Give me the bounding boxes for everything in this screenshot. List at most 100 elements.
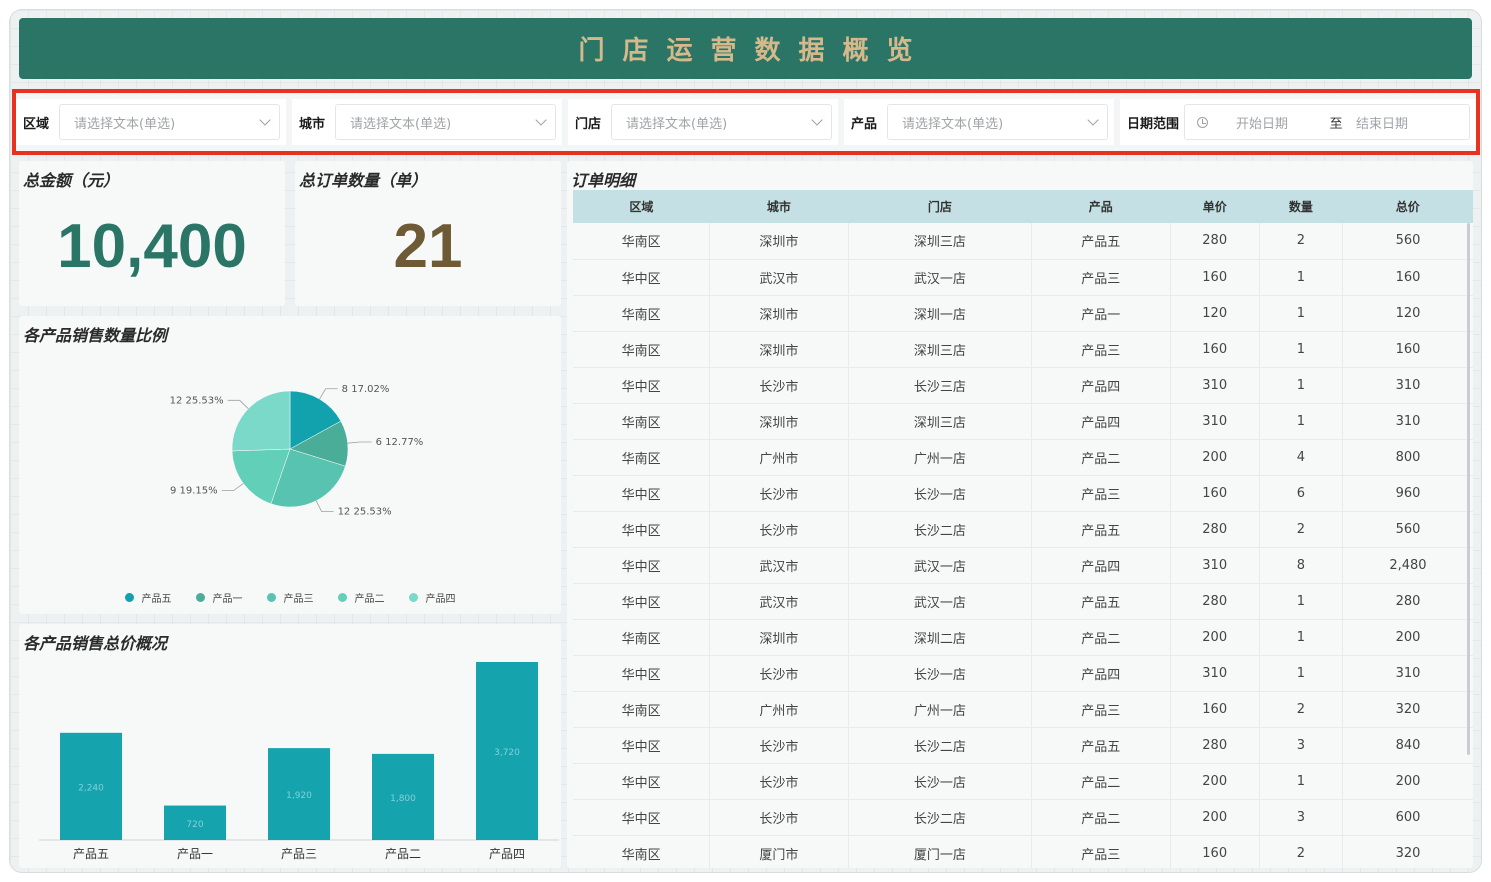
table-cell: 华中区 xyxy=(573,655,711,692)
date-range-picker[interactable]: 开始日期 至 结束日期 xyxy=(1184,104,1470,140)
table-cell: 200 xyxy=(1170,763,1260,800)
table-cell: 深圳市 xyxy=(709,331,849,368)
table-row[interactable]: 华南区 厦门市 厦门一店 产品三 160 2 320 xyxy=(573,835,1473,868)
table-row[interactable]: 华中区 长沙市 长沙一店 产品二 200 1 200 xyxy=(573,763,1473,800)
legend-item[interactable]: 产品三 xyxy=(266,590,314,605)
column-header[interactable]: 门店 xyxy=(848,190,1032,223)
column-header[interactable]: 产品 xyxy=(1031,190,1171,223)
table-row[interactable]: 华中区 武汉市 武汉一店 产品五 280 1 280 xyxy=(573,583,1473,620)
table-cell: 厦门一店 xyxy=(848,835,1033,868)
table-row[interactable]: 华南区 深圳市 深圳二店 产品二 200 1 200 xyxy=(573,619,1473,656)
table-cell: 310 xyxy=(1342,403,1473,440)
column-header[interactable]: 单价 xyxy=(1170,190,1260,223)
table-row[interactable]: 华中区 武汉市 武汉一店 产品三 160 1 160 xyxy=(573,259,1473,296)
legend-item[interactable]: 产品二 xyxy=(337,590,385,605)
table-cell: 华南区 xyxy=(573,691,711,728)
table-cell: 160 xyxy=(1342,259,1473,296)
column-header[interactable]: 总价 xyxy=(1342,190,1473,223)
table-cell: 华中区 xyxy=(573,799,711,836)
table-scrollbar[interactable] xyxy=(1467,223,1470,755)
table-row[interactable]: 华中区 长沙市 长沙一店 产品四 310 1 310 xyxy=(573,655,1473,692)
orders-card: 订单明细 区域 城市 门店 产品 单价 数量 总价 华南区 深圳市 深圳三店 产品五 2… xyxy=(567,161,1473,868)
kpi-total-orders-card: 总订单数量（单） 21 xyxy=(295,161,561,306)
table-cell: 200 xyxy=(1342,763,1473,800)
pie-slice-label: 9 19.15% xyxy=(170,486,218,497)
column-header[interactable]: 区域 xyxy=(573,190,710,223)
table-cell: 华南区 xyxy=(573,619,711,656)
legend-item[interactable]: 产品五 xyxy=(124,590,172,605)
table-row[interactable]: 华南区 深圳市 深圳三店 产品四 310 1 310 xyxy=(573,403,1473,440)
filter-date-range: 日期范围 开始日期 至 结束日期 xyxy=(1120,99,1476,145)
table-cell: 深圳一店 xyxy=(848,295,1033,332)
table-header-row: 区域 城市 门店 产品 单价 数量 总价 xyxy=(573,190,1473,223)
table-row[interactable]: 华南区 深圳市 深圳三店 产品五 280 2 560 xyxy=(573,223,1473,260)
end-date-input[interactable]: 结束日期 xyxy=(1356,113,1408,132)
table-row[interactable]: 华中区 长沙市 长沙二店 产品五 280 3 840 xyxy=(573,727,1473,764)
chevron-down-icon xyxy=(1087,114,1099,126)
table-cell: 华中区 xyxy=(573,511,711,548)
select-placeholder: 请选择文本(单选) xyxy=(902,116,1004,132)
pie-slice[interactable] xyxy=(231,390,291,452)
table-cell: 产品三 xyxy=(1031,331,1171,368)
table-cell: 华南区 xyxy=(573,835,711,868)
table-cell: 1 xyxy=(1259,259,1343,296)
pie-leader-line xyxy=(227,399,249,409)
table-cell: 华南区 xyxy=(573,439,711,476)
table-cell: 1 xyxy=(1259,367,1343,404)
table-cell: 产品四 xyxy=(1031,367,1171,404)
table-cell: 160 xyxy=(1342,331,1473,368)
table-cell: 长沙二店 xyxy=(848,799,1033,836)
table-row[interactable]: 华中区 长沙市 长沙二店 产品二 200 3 600 xyxy=(573,799,1473,836)
filter-store: 门店 请选择文本(单选) xyxy=(568,99,838,145)
table-row[interactable]: 华南区 广州市 广州一店 产品三 160 2 320 xyxy=(573,691,1473,728)
table-cell: 广州一店 xyxy=(848,439,1033,476)
table-cell: 1 xyxy=(1259,331,1343,368)
column-header[interactable]: 数量 xyxy=(1259,190,1343,223)
table-row[interactable]: 华南区 深圳市 深圳一店 产品一 120 1 120 xyxy=(573,295,1473,332)
filter-bar: 区域 请选择文本(单选) 城市 请选择文本(单选) 门店 请选择文本(单选) 产… xyxy=(12,89,1480,155)
table-cell: 160 xyxy=(1170,835,1260,868)
legend-item[interactable]: 产品四 xyxy=(408,590,456,605)
table-cell: 华中区 xyxy=(573,547,711,584)
pie-leader-line xyxy=(347,441,372,444)
start-date-input[interactable]: 开始日期 xyxy=(1236,113,1316,132)
column-header[interactable]: 城市 xyxy=(709,190,849,223)
header-bar: 门店运营数据概览 xyxy=(19,18,1472,79)
table-cell: 长沙二店 xyxy=(848,511,1033,548)
table-cell: 310 xyxy=(1342,367,1473,404)
filter-region: 区域 请选择文本(单选) xyxy=(16,99,286,145)
table-cell: 320 xyxy=(1342,691,1473,728)
table-cell: 280 xyxy=(1342,583,1473,620)
table-cell: 武汉一店 xyxy=(848,547,1033,584)
table-cell: 600 xyxy=(1342,799,1473,836)
table-cell: 2 xyxy=(1259,511,1343,548)
table-cell: 320 xyxy=(1342,835,1473,868)
legend-item[interactable]: 产品一 xyxy=(195,590,243,605)
table-row[interactable]: 华中区 武汉市 武汉一店 产品四 310 8 2,480 xyxy=(573,547,1473,584)
product-select[interactable]: 请选择文本(单选) xyxy=(887,104,1108,140)
table-row[interactable]: 华中区 长沙市 长沙二店 产品五 280 2 560 xyxy=(573,511,1473,548)
table-cell: 310 xyxy=(1170,655,1260,692)
table-cell: 华中区 xyxy=(573,367,711,404)
table-row[interactable]: 华中区 长沙市 长沙一店 产品三 160 6 960 xyxy=(573,475,1473,512)
table-row[interactable]: 华南区 广州市 广州一店 产品二 200 4 800 xyxy=(573,439,1473,476)
table-cell: 160 xyxy=(1170,691,1260,728)
table-cell: 产品三 xyxy=(1031,691,1171,728)
table-cell: 产品二 xyxy=(1031,763,1171,800)
kpi-value: 10,400 xyxy=(57,212,247,281)
table-cell: 310 xyxy=(1170,367,1260,404)
table-cell: 深圳市 xyxy=(709,619,849,656)
chevron-down-icon xyxy=(811,114,823,126)
table-cell: 1 xyxy=(1259,619,1343,656)
pie-chart: 8 17.02% 6 12.77% 12 25.53% 9 19.15% 12 25.5… xyxy=(170,384,424,518)
store-select[interactable]: 请选择文本(单选) xyxy=(611,104,832,140)
legend-label: 产品四 xyxy=(425,594,456,605)
legend-label: 产品一 xyxy=(212,594,243,605)
table-row[interactable]: 华南区 深圳市 深圳三店 产品三 160 1 160 xyxy=(573,331,1473,368)
table-cell: 3 xyxy=(1259,727,1343,764)
x-tick-label: 产品二 xyxy=(385,847,421,861)
select-placeholder: 请选择文本(单选) xyxy=(350,116,452,132)
table-row[interactable]: 华中区 长沙市 长沙三店 产品四 310 1 310 xyxy=(573,367,1473,404)
region-select[interactable]: 请选择文本(单选) xyxy=(59,104,280,140)
city-select[interactable]: 请选择文本(单选) xyxy=(335,104,556,140)
